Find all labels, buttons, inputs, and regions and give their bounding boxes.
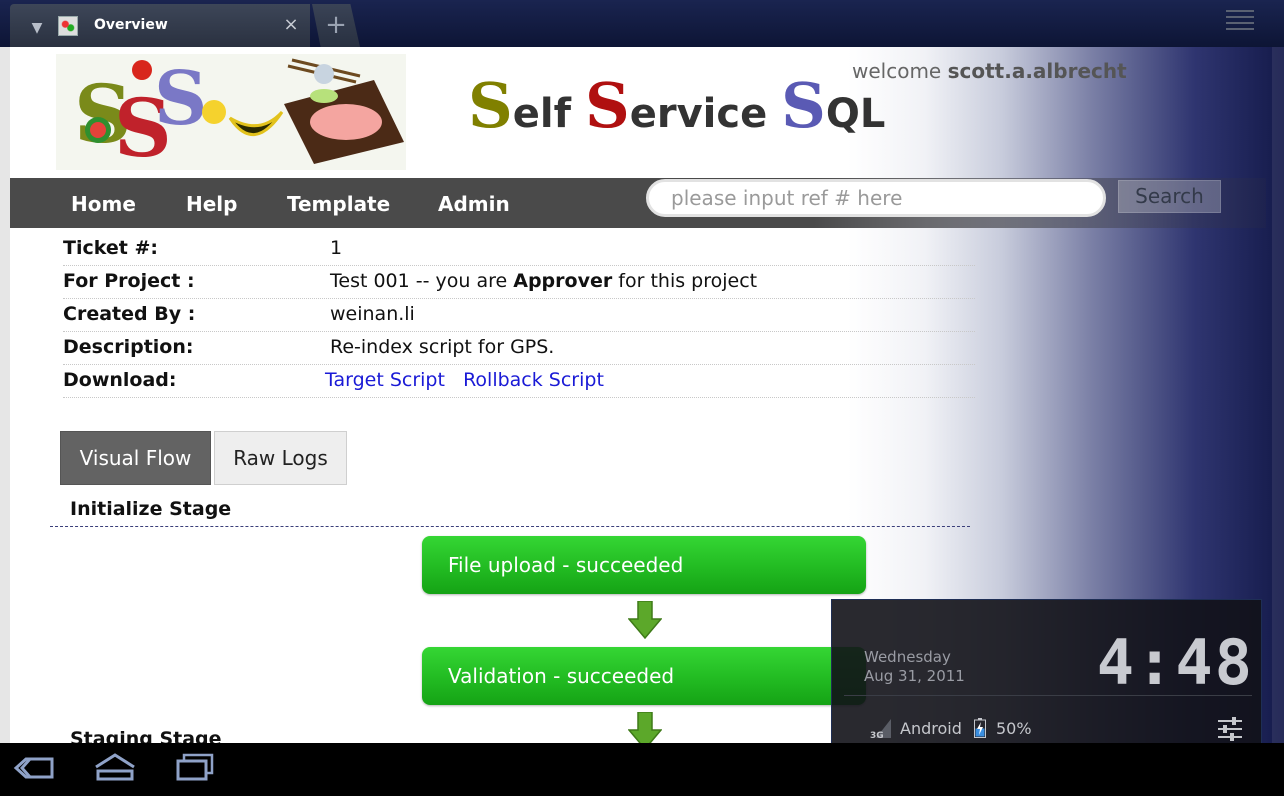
browser-tab-strip: ▼ Overview × +	[0, 0, 1284, 47]
welcome-prefix: welcome	[852, 59, 942, 83]
battery-icon	[974, 718, 986, 738]
download-label: Download:	[63, 369, 177, 391]
battery-percentage: 50%	[996, 719, 1032, 738]
site-logo: S S S	[56, 54, 406, 170]
signal-3g-icon: 3G	[870, 719, 891, 739]
tab-dropdown-icon[interactable]: ▼	[24, 18, 50, 38]
description-label: Description:	[63, 336, 194, 358]
username: scott.a.albrecht	[947, 59, 1127, 83]
description-value: Re-index script for GPS.	[330, 336, 555, 358]
search-input[interactable]	[646, 179, 1106, 217]
project-label: For Project :	[63, 270, 195, 292]
initialize-stage-label: Initialize Stage	[70, 498, 232, 520]
down-arrow-icon	[628, 601, 662, 639]
svg-text:3G: 3G	[870, 731, 884, 739]
down-arrow-icon	[628, 712, 662, 743]
created-by-row: Created By : weinan.li	[63, 299, 975, 332]
created-by-label: Created By :	[63, 303, 196, 325]
project-row: For Project : Test 001 -- you are Approv…	[63, 266, 975, 299]
rollback-script-link[interactable]: Rollback Script	[463, 369, 604, 391]
settings-sliders-icon[interactable]	[1216, 716, 1244, 742]
nav-template[interactable]: Template	[287, 192, 390, 216]
target-script-link[interactable]: Target Script	[325, 369, 445, 391]
ticket-number-value: 1	[330, 237, 343, 259]
scrollbar-track[interactable]	[1272, 47, 1284, 743]
system-nav-bar	[0, 743, 1284, 796]
ticket-number-label: Ticket #:	[63, 237, 158, 259]
menu-icon[interactable]	[1226, 10, 1254, 38]
project-role: Approver	[513, 270, 613, 292]
stage-divider	[50, 526, 970, 527]
clock-time: 4:48	[1096, 626, 1254, 699]
tab-raw-logs[interactable]: Raw Logs	[214, 431, 347, 485]
staging-stage-label: Staging Stage	[70, 728, 222, 743]
site-title: Self Service SQL	[468, 69, 886, 142]
svg-text:S: S	[154, 56, 207, 142]
download-links: Target Script Rollback Script	[325, 369, 604, 391]
created-by-value: weinan.li	[330, 303, 415, 325]
nav-admin[interactable]: Admin	[438, 192, 510, 216]
welcome-message: welcome scott.a.albrecht	[852, 59, 1127, 83]
widget-divider	[844, 695, 1252, 696]
nav-help[interactable]: Help	[186, 192, 237, 216]
plus-icon[interactable]: +	[322, 10, 350, 40]
flow-step-file-upload[interactable]: File upload - succeeded	[422, 536, 866, 594]
close-icon[interactable]: ×	[282, 15, 300, 35]
browser-tab-active[interactable]: ▼ Overview ×	[10, 4, 310, 47]
project-suffix: for this project	[618, 270, 758, 292]
download-row: Download: Target Script Rollback Script	[63, 365, 975, 398]
clock-date: Aug 31, 2011	[864, 667, 965, 685]
back-icon[interactable]	[12, 751, 58, 785]
flow-step-validation[interactable]: Validation - succeeded	[422, 647, 866, 705]
ticket-number-row: Ticket #: 1	[63, 233, 975, 266]
search-button[interactable]: Search	[1118, 180, 1221, 213]
tab-visual-flow[interactable]: Visual Flow	[60, 431, 211, 485]
favicon	[58, 16, 78, 36]
clock-status-widget[interactable]: Wednesday Aug 31, 2011 4:48 3G Android 5…	[831, 599, 1262, 760]
carrier-name: Android	[900, 719, 962, 738]
project-name: Test 001 -- you are	[330, 270, 508, 292]
clock-day: Wednesday	[864, 648, 951, 666]
nav-home[interactable]: Home	[71, 192, 136, 216]
recent-apps-icon[interactable]	[172, 751, 218, 785]
page-left-edge	[0, 47, 10, 743]
tab-title: Overview	[94, 17, 168, 33]
home-icon[interactable]	[92, 751, 138, 785]
project-value: Test 001 -- you are Approver for this pr…	[330, 270, 757, 292]
description-row: Description: Re-index script for GPS.	[63, 332, 975, 365]
